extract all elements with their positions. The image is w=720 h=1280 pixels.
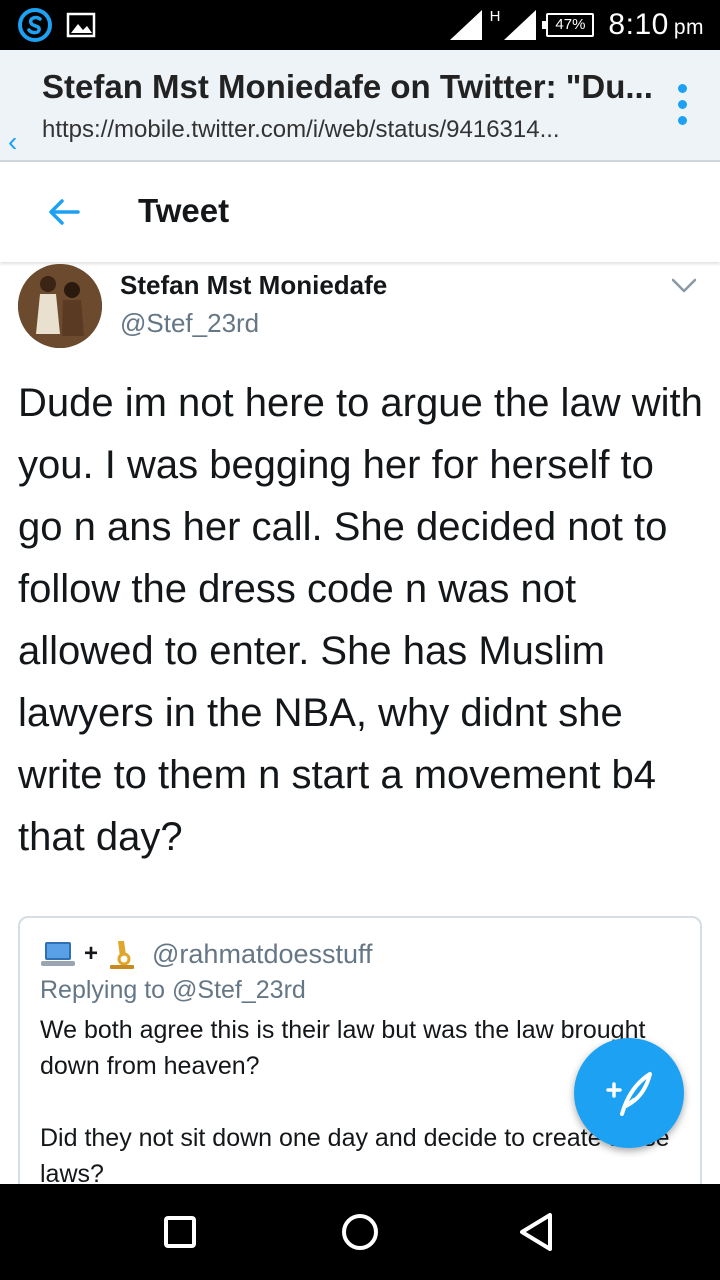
back-arrow-icon[interactable] <box>46 194 82 230</box>
browser-title-bar: ‹ Stefan Mst Moniedafe on Twitter: "Du..… <box>0 50 720 162</box>
signal-icon <box>504 10 537 40</box>
page-title[interactable]: Stefan Mst Moniedafe on Twitter: "Du... <box>42 68 660 106</box>
page-url[interactable]: https://mobile.twitter.com/i/web/status/… <box>42 116 660 144</box>
clock-time: 8:10 <box>608 8 669 41</box>
compose-tweet-icon <box>606 1072 652 1116</box>
quoted-tweet-author: + @rahmatdoesstuff <box>40 938 373 970</box>
tweet-header: Tweet <box>0 162 720 262</box>
gallery-icon <box>66 12 96 38</box>
replying-to[interactable]: Replying to @Stef_23rd <box>40 976 306 1005</box>
swiftkey-icon <box>18 8 52 42</box>
laptop-emoji-icon <box>41 942 75 966</box>
clock-ampm: pm <box>673 16 704 39</box>
clock: 8:10 pm <box>608 8 704 42</box>
navigation-bar <box>0 1184 720 1280</box>
status-bar: H 47% 8:10 pm <box>0 0 720 50</box>
header-title: Tweet <box>138 192 230 229</box>
battery-level: 47% <box>555 16 586 33</box>
home-icon[interactable] <box>330 1202 390 1262</box>
quoted-handle[interactable]: @rahmatdoesstuff <box>152 939 373 970</box>
signal-icon <box>449 10 482 40</box>
chevron-down-icon[interactable] <box>670 276 698 296</box>
tweet-text: Dude im not here to argue the law with y… <box>18 381 703 859</box>
battery-icon: 47% <box>542 13 595 37</box>
avatar[interactable] <box>18 264 102 348</box>
author-handle[interactable]: @Stef_23rd <box>120 308 259 339</box>
recents-icon[interactable] <box>150 1202 210 1262</box>
more-options-icon[interactable] <box>678 84 688 125</box>
plus-sign-icon: + <box>84 940 99 967</box>
compose-tweet-button[interactable] <box>574 1038 684 1148</box>
network-type: H <box>489 7 501 25</box>
chevron-left-icon[interactable]: ‹ <box>8 126 17 158</box>
author-name[interactable]: Stefan Mst Moniedafe <box>120 270 387 301</box>
microscope-emoji-icon <box>110 941 135 969</box>
back-icon[interactable] <box>508 1202 568 1262</box>
avatar-photo <box>18 264 102 348</box>
